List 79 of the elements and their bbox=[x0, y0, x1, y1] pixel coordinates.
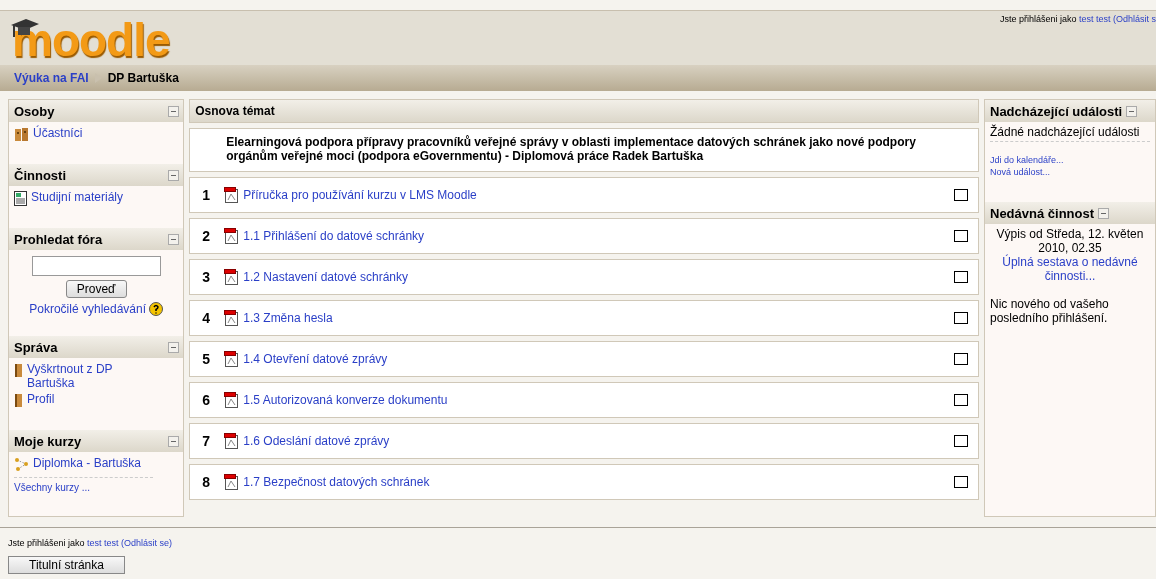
block-title: Činnosti bbox=[14, 167, 66, 183]
document-icon bbox=[14, 191, 27, 206]
recent-since-text: Výpis od Středa, 12. květen 2010, 02.35 bbox=[995, 227, 1145, 255]
section-number: 3 bbox=[202, 269, 212, 285]
pdf-icon bbox=[224, 433, 240, 449]
collapse-icon[interactable] bbox=[1098, 207, 1110, 219]
block-link[interactable]: Účastníci bbox=[33, 126, 83, 140]
section-number: 2 bbox=[202, 228, 212, 244]
login-info: Jste přihlášeni jako test test (Odhlásit se) bbox=[8, 538, 174, 548]
collapse-icon[interactable] bbox=[168, 169, 180, 181]
logout-link[interactable]: (Odhlásit s bbox=[1113, 14, 1156, 24]
calendar-link[interactable]: Jdi do kalendáře... bbox=[990, 155, 1064, 165]
resource-link[interactable]: 1.4 Otevření datové zprávy bbox=[243, 352, 388, 366]
block-link[interactable]: Profil bbox=[27, 392, 55, 406]
highlight-checkbox[interactable] bbox=[954, 476, 968, 488]
course-summary: Elearningová podpora přípravy pracovníků veřejné správy v oblasti implementace datových schránek jako nové podpory orgánům veřejné moci (podpora eGovernmentu) - Diplomová práce Radek Bartuška bbox=[189, 128, 979, 172]
resource-link[interactable]: 1.7 Bezpečnost datových schránek bbox=[243, 475, 430, 489]
home-button[interactable]: Titulní stránka bbox=[8, 556, 125, 574]
user-link[interactable]: test test bbox=[1078, 14, 1111, 24]
highlight-checkbox[interactable] bbox=[954, 353, 968, 365]
block-link[interactable]: Vyškrtnout z DP Bartuška bbox=[27, 362, 154, 390]
section-number: 5 bbox=[202, 351, 212, 367]
section-number: 4 bbox=[202, 310, 212, 326]
nothing-new-text: Nic nového od vašeho posledního přihlášení. bbox=[990, 297, 1110, 325]
highlight-checkbox[interactable] bbox=[954, 230, 968, 242]
person-icon bbox=[14, 393, 23, 408]
highlight-checkbox[interactable] bbox=[954, 394, 968, 406]
no-events-text: Žádné nadcházející události bbox=[990, 125, 1150, 142]
person-icon bbox=[14, 363, 23, 378]
logout-link[interactable]: (Odhlásit se) bbox=[121, 538, 173, 548]
user-link[interactable]: test test bbox=[87, 538, 119, 548]
login-info: Jste přihlášeni jako test test (Odhlásit s bbox=[999, 13, 1156, 26]
breadcrumb-link[interactable]: Výuka na FAI bbox=[14, 71, 89, 85]
block-title: Prohledat fóra bbox=[14, 231, 103, 247]
section-number: 6 bbox=[202, 392, 212, 408]
logo: moodle bbox=[12, 15, 170, 65]
section-number: 8 bbox=[202, 474, 212, 490]
block-title: Nedávná činnost bbox=[990, 205, 1095, 221]
resource-link[interactable]: 1.3 Změna hesla bbox=[243, 311, 333, 325]
collapse-icon[interactable] bbox=[168, 233, 180, 245]
block-title: Nadcházející události bbox=[990, 103, 1123, 119]
all-courses-link[interactable]: Všechny kurzy ... bbox=[14, 477, 154, 493]
block-link[interactable]: Diplomka - Bartuška bbox=[33, 456, 142, 470]
pdf-icon bbox=[224, 187, 240, 203]
calendar-link[interactable]: Nová událost... bbox=[990, 167, 1051, 177]
pdf-icon bbox=[224, 392, 240, 408]
search-button[interactable]: Proveď bbox=[65, 280, 127, 298]
pdf-icon bbox=[224, 310, 240, 326]
pdf-icon bbox=[224, 228, 240, 244]
collapse-icon[interactable] bbox=[168, 105, 180, 117]
highlight-checkbox[interactable] bbox=[954, 312, 968, 324]
people-icon bbox=[14, 127, 29, 142]
block-title: Moje kurzy bbox=[14, 433, 82, 449]
highlight-checkbox[interactable] bbox=[954, 189, 968, 201]
block-title: Správa bbox=[14, 339, 58, 355]
pdf-icon bbox=[224, 351, 240, 367]
pdf-icon bbox=[224, 474, 240, 490]
resource-link[interactable]: 1.6 Odeslání datové zprávy bbox=[243, 434, 390, 448]
block-link[interactable]: Studijní materiály bbox=[31, 190, 124, 204]
section-number: 1 bbox=[202, 187, 212, 203]
full-report-link[interactable]: Úplná sestava o nedávné činnosti... bbox=[990, 255, 1150, 283]
resource-link[interactable]: 1.1 Přihlášení do datové schránky bbox=[243, 229, 425, 243]
resource-link[interactable]: 1.5 Autorizovaná konverze dokumentu bbox=[243, 393, 448, 407]
resource-link[interactable]: Příručka pro používání kurzu v LMS Moodle bbox=[243, 188, 477, 202]
highlight-checkbox[interactable] bbox=[954, 435, 968, 447]
help-icon[interactable] bbox=[149, 302, 163, 316]
resource-link[interactable]: 1.2 Nastavení datové schránky bbox=[243, 270, 409, 284]
advanced-search-link[interactable]: Pokročilé vyhledávání bbox=[29, 302, 146, 316]
search-field[interactable] bbox=[31, 256, 161, 276]
breadcrumb-current: DP Bartuška bbox=[107, 71, 179, 85]
highlight-checkbox[interactable] bbox=[954, 271, 968, 283]
collapse-icon[interactable] bbox=[168, 341, 180, 353]
block-title: Osoby bbox=[14, 103, 55, 119]
section-number: 7 bbox=[202, 433, 212, 449]
collapse-icon[interactable] bbox=[168, 435, 180, 447]
pdf-icon bbox=[224, 269, 240, 285]
collapse-icon[interactable] bbox=[1126, 105, 1138, 117]
outline-header: Osnova témat bbox=[189, 99, 979, 123]
course-icon bbox=[14, 457, 29, 472]
